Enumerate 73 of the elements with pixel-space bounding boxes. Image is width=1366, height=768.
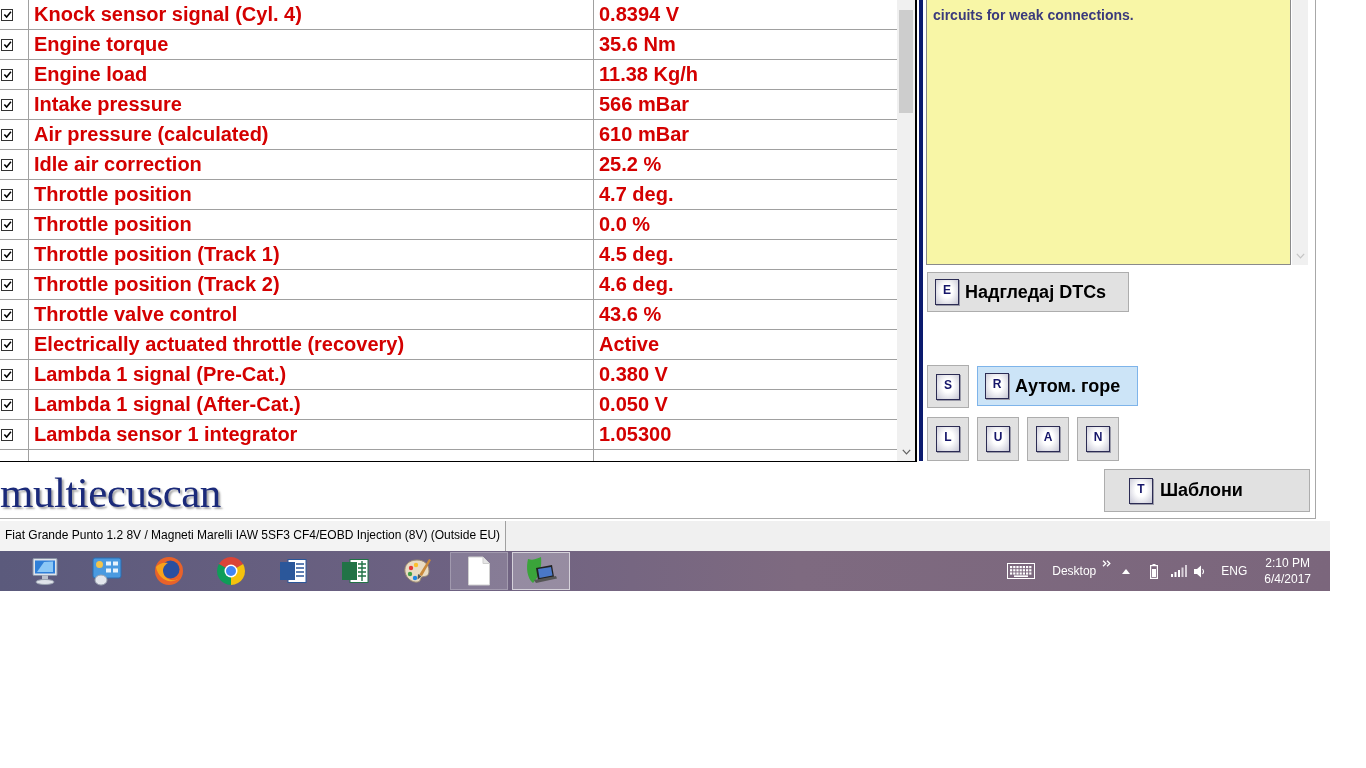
scrollbar[interactable] <box>1292 0 1308 265</box>
checkbox[interactable] <box>1 158 13 171</box>
computer-icon <box>30 557 60 585</box>
shortcut-button[interactable]: N <box>1077 417 1119 461</box>
shortcut-key: T <box>1129 477 1153 504</box>
shortcut-button[interactable]: U <box>977 417 1019 461</box>
checkbox[interactable] <box>1 188 13 201</box>
shortcut-key: L <box>936 426 960 452</box>
parameter-name: Throttle position (Track 2) <box>28 270 593 299</box>
parameter-name: Throttle position <box>28 180 593 209</box>
speaker-icon[interactable] <box>1194 564 1206 578</box>
checkbox[interactable] <box>1 428 13 441</box>
browser-globe-icon <box>154 556 184 586</box>
parameter-name: Intake pressure <box>28 90 593 119</box>
taskbar-button[interactable] <box>512 552 570 590</box>
parameter-name: Throttle position (Track 1) <box>28 240 593 269</box>
auto-up-button[interactable]: R Аутом. горе <box>977 366 1138 406</box>
checkbox[interactable] <box>1 128 13 141</box>
parameter-name: Electrically actuated throttle (recovery) <box>28 330 593 359</box>
shortcut-button[interactable]: A <box>1027 417 1069 461</box>
language-indicator[interactable]: ENG <box>1221 564 1248 578</box>
logo: multiecuscan <box>0 468 221 518</box>
shortcut-key: R <box>985 373 1009 399</box>
checkbox[interactable] <box>1 398 13 411</box>
shortcut-button[interactable]: L <box>927 417 969 461</box>
taskbar-button[interactable] <box>450 552 508 590</box>
parameter-name: Engine load <box>28 60 593 89</box>
chevron-down-icon[interactable] <box>901 449 911 455</box>
parameter-name: Lambda 1 signal (After-Cat.) <box>28 390 593 419</box>
clock-time[interactable]: 2:10 PM <box>1265 555 1310 571</box>
shortcut-button[interactable]: S <box>927 365 969 408</box>
checkbox[interactable] <box>1 308 13 321</box>
parameter-name: Throttle valve control <box>28 300 593 329</box>
checkbox[interactable] <box>1 338 13 351</box>
shortcut-key: U <box>986 426 1010 452</box>
scrollbar-thumb[interactable] <box>899 10 913 113</box>
clock-date[interactable]: 6/4/2017 <box>1264 571 1311 587</box>
keyboard-icon[interactable] <box>1007 563 1036 579</box>
shortcut-key: S <box>936 373 960 400</box>
checkbox[interactable] <box>1 98 13 111</box>
parameter-name: Engine torque <box>28 30 593 59</box>
checkbox[interactable] <box>1 8 13 21</box>
parameter-name: Knock sensor signal (Cyl. 4) <box>28 0 593 29</box>
palette-icon <box>402 556 432 586</box>
checkbox[interactable] <box>1 68 13 81</box>
parameter-name: Lambda sensor 1 integrator <box>28 420 593 449</box>
parameter-name: Throttle position <box>28 210 593 239</box>
shortcut-key: A <box>1036 426 1060 452</box>
checkbox[interactable] <box>1 38 13 51</box>
checkbox[interactable] <box>1 218 13 231</box>
double-chevron-icon[interactable] <box>1102 560 1112 567</box>
battery-icon[interactable] <box>1150 563 1159 579</box>
parameter-name: Air pressure (calculated) <box>28 120 593 149</box>
panel-window-icon <box>92 556 122 586</box>
templates-button[interactable]: T Шаблони <box>1104 469 1310 512</box>
scrollbar[interactable] <box>897 0 915 461</box>
document-icon <box>467 556 491 586</box>
shortcut-key: N <box>1086 426 1110 452</box>
shortcut-key: E <box>935 279 959 305</box>
checkbox[interactable] <box>1 368 13 381</box>
browser-ring-icon <box>216 556 246 586</box>
toolbar-label[interactable]: Desktop <box>1052 564 1097 578</box>
text-document-icon <box>278 556 308 586</box>
laptop-shield-icon <box>524 556 558 586</box>
spreadsheet-icon <box>340 556 370 586</box>
monitor-dtcs-button[interactable]: E Надгледај DTCs <box>927 272 1129 312</box>
checkbox[interactable] <box>1 278 13 291</box>
checkbox[interactable] <box>1 248 13 261</box>
message-text: circuits for weak connections. <box>933 7 1134 23</box>
signal-icon[interactable] <box>1171 565 1189 577</box>
parameter-name: Lambda 1 signal (Pre-Cat.) <box>28 360 593 389</box>
parameter-name: Idle air correction <box>28 150 593 179</box>
caret-up-icon[interactable] <box>1122 568 1131 574</box>
